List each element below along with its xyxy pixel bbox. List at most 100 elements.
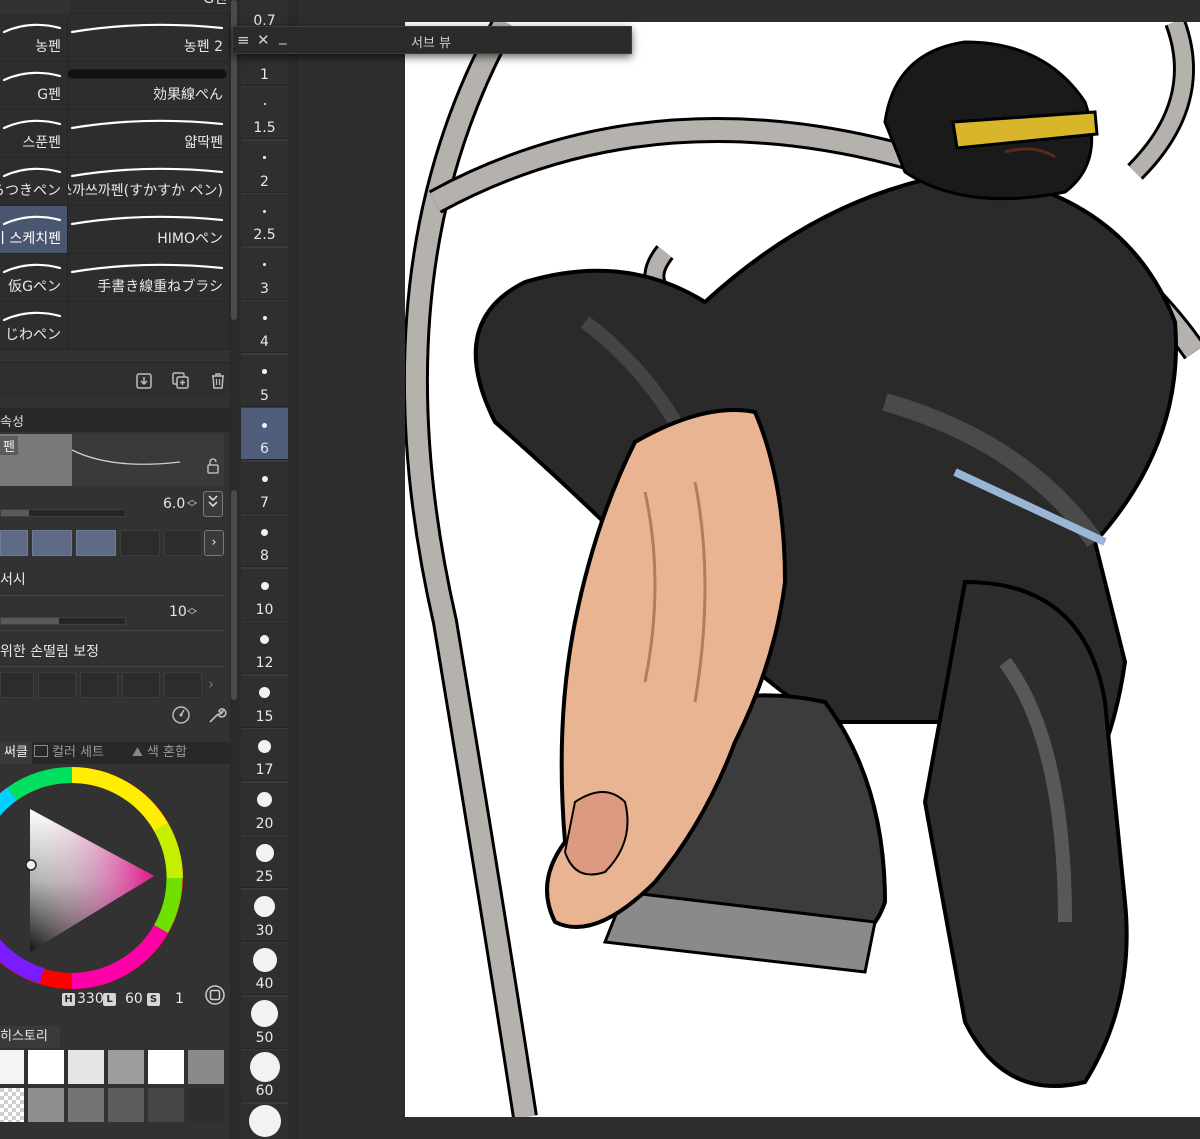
brush-size-item[interactable]: 12 — [241, 622, 288, 674]
history-swatch[interactable] — [28, 1088, 66, 1124]
history-swatch[interactable] — [108, 1050, 146, 1086]
tab-color-set[interactable]: 컬러 세트 — [30, 742, 108, 764]
brush-size-item[interactable] — [241, 1103, 288, 1139]
tab-color-circle[interactable]: 써클 — [0, 742, 32, 764]
history-swatch[interactable] — [28, 1050, 66, 1086]
brush-item[interactable]: 仮Gペン — [0, 254, 68, 302]
brush-size-item[interactable]: 8 — [241, 515, 288, 567]
brush-size-spinner[interactable]: ︿ ﹀ — [187, 496, 197, 514]
brush-stroke-path — [2, 215, 62, 226]
brush-size-item[interactable]: 25 — [241, 836, 288, 888]
brush-item[interactable]: HIMOペン — [68, 206, 230, 254]
correction-option-2[interactable] — [38, 672, 76, 698]
brush-label: 手書き線重ねブラシ — [97, 279, 223, 295]
brush-item[interactable]: 스푼펜 — [0, 110, 68, 158]
brush-stroke-preview — [2, 167, 62, 178]
brush-item[interactable]: じわペン — [0, 302, 68, 350]
brush-item[interactable]: G펜 — [70, 0, 234, 14]
correction-option-5[interactable] — [164, 672, 202, 698]
history-swatch[interactable] — [148, 1088, 186, 1124]
saturation-value[interactable]: 1 — [175, 991, 184, 1007]
brush-item[interactable]: G펜 — [0, 62, 68, 110]
left-panel-scrollbar[interactable] — [230, 0, 238, 1139]
close-icon[interactable]: ✕ — [257, 31, 270, 49]
brush-size-item[interactable]: 1.5 — [241, 87, 288, 139]
import-icon[interactable] — [134, 371, 154, 391]
brush-size-item[interactable]: 2.5 — [241, 194, 288, 246]
correction-option-4[interactable] — [122, 672, 160, 698]
history-swatch[interactable] — [148, 1050, 186, 1086]
correction-option-3[interactable] — [80, 672, 118, 698]
color-wheel[interactable] — [0, 764, 238, 994]
brush-size-item[interactable]: 5 — [241, 354, 288, 407]
color-picker-handle[interactable] — [25, 859, 37, 871]
brush-shape-option-3[interactable] — [76, 530, 116, 556]
hue-value[interactable]: 330 — [77, 991, 104, 1007]
brush-label: 얇딱펜 — [184, 135, 223, 151]
brush-item[interactable]: 농펜 2 — [68, 14, 230, 62]
canvas-area[interactable] — [298, 0, 1200, 1139]
brush-size-slider[interactable] — [0, 509, 126, 517]
brush-size-item[interactable]: 30 — [241, 889, 288, 942]
chevron-right-icon[interactable]: › — [204, 530, 224, 556]
trash-icon[interactable] — [208, 371, 228, 391]
brush-item[interactable]: 이 스케치펜 — [0, 206, 68, 254]
brush-size-item[interactable]: 20 — [241, 782, 288, 835]
brush-size-item[interactable]: 40 — [241, 943, 288, 995]
brush-item[interactable]: 効果線ぺん — [68, 62, 230, 110]
brush-size-label: 1.5 — [253, 120, 276, 136]
brush-size-item[interactable]: 50 — [241, 996, 288, 1049]
brush-item[interactable]: 얇딱펜 — [68, 110, 230, 158]
brush-stroke-path — [2, 167, 62, 178]
brush-item[interactable]: らつきペン — [0, 158, 68, 206]
minimize-icon[interactable]: _ — [279, 27, 287, 45]
brush-item[interactable]: 手書き線重ねブラシ — [68, 254, 230, 302]
history-swatch[interactable] — [188, 1050, 226, 1086]
brush-item[interactable]: 쓰까쓰까펜(すかすか ペン) — [68, 158, 230, 206]
brush-size-dot — [258, 739, 271, 753]
history-swatch[interactable] — [68, 1088, 106, 1124]
correction-option-1[interactable] — [0, 672, 34, 698]
artwork-illustration — [405, 22, 1200, 1117]
brush-size-item[interactable]: 3 — [241, 247, 288, 300]
lock-icon[interactable] — [206, 458, 220, 478]
brush-size-item[interactable]: 17 — [241, 729, 288, 781]
stabilization-slider[interactable] — [0, 617, 126, 625]
brush-shape-option-4[interactable] — [120, 530, 160, 556]
color-mode-icon[interactable] — [204, 984, 226, 1010]
brush-size-scrollbar[interactable] — [290, 0, 298, 1139]
stabilization-spinner[interactable]: ︿ ﹀ — [187, 604, 197, 622]
canvas-paper[interactable] — [405, 22, 1200, 1117]
pressure-toggle-button[interactable] — [203, 491, 223, 517]
brush-size-item[interactable]: 15 — [241, 675, 288, 728]
brush-shape-option-5[interactable] — [164, 530, 202, 556]
lightness-value[interactable]: 60 — [125, 991, 143, 1007]
brush-size-item[interactable]: 10 — [241, 568, 288, 621]
duplicate-icon[interactable] — [171, 371, 191, 391]
brush-stroke-preview — [70, 119, 224, 130]
brush-shape-option-1[interactable] — [0, 530, 28, 556]
mountain-icon: ⛰ — [132, 745, 143, 760]
brush-shape-option-2[interactable] — [32, 530, 72, 556]
sub-tool-detail-icon[interactable] — [170, 704, 192, 730]
wrench-icon[interactable] — [206, 704, 228, 730]
brush-size-item[interactable]: 7 — [241, 461, 288, 514]
history-panel-tab[interactable]: 히스토리 — [0, 1026, 60, 1048]
chevron-right-icon[interactable]: › — [208, 675, 214, 693]
history-swatch[interactable] — [68, 1050, 106, 1086]
brush-size-item[interactable]: 4 — [241, 301, 288, 353]
tab-color-mixing[interactable]: ⛰ 색 혼합 — [128, 742, 191, 764]
brush-label: らつきペン — [0, 183, 61, 199]
brush-label: 농펜 2 — [183, 39, 223, 55]
menu-icon[interactable]: ≡ — [237, 31, 250, 49]
history-swatch[interactable] — [188, 1088, 226, 1124]
history-swatch[interactable] — [0, 1088, 26, 1124]
brush-item[interactable]: 농펜 — [0, 14, 68, 62]
brush-size-item[interactable]: 60 — [241, 1050, 288, 1102]
stabilization-value[interactable]: 10 — [169, 604, 187, 620]
brush-size-item[interactable]: 2 — [241, 140, 288, 193]
brush-size-item[interactable]: 6 — [241, 408, 288, 460]
history-swatch[interactable] — [108, 1088, 146, 1124]
brush-size-value[interactable]: 6.0 — [163, 496, 185, 512]
history-swatch[interactable] — [0, 1050, 26, 1086]
